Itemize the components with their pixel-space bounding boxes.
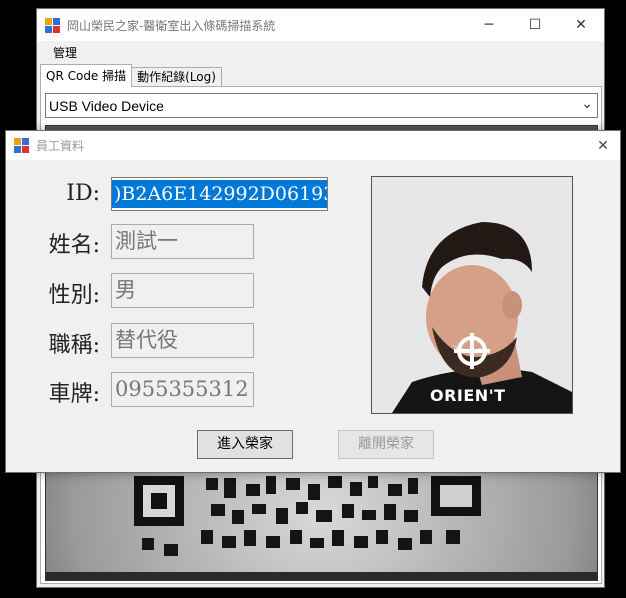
tab-strip: QR Code 掃描 動作紀錄(Log) bbox=[40, 64, 222, 87]
portrait-illustration bbox=[372, 177, 572, 413]
name-label: 姓名: bbox=[48, 233, 100, 258]
job-title-field: 替代役 bbox=[111, 323, 254, 358]
maximize-icon[interactable]: ☐ bbox=[512, 9, 558, 41]
chevron-down-icon[interactable]: ⌄ bbox=[581, 96, 593, 112]
gender-field: 男 bbox=[111, 273, 254, 308]
plate-field: 0955355312 bbox=[111, 372, 254, 407]
plate-label: 車牌: bbox=[48, 382, 100, 407]
id-label: ID: bbox=[66, 181, 100, 206]
main-titlebar[interactable]: 岡山榮民之家-醫衛室出入條碼掃描系統 ─ ☐ ✕ bbox=[37, 9, 604, 41]
name-field: 測試一 bbox=[111, 224, 254, 259]
close-icon[interactable]: ✕ bbox=[586, 131, 620, 160]
gender-label: 性別: bbox=[48, 283, 100, 308]
minimize-icon[interactable]: ─ bbox=[466, 9, 512, 41]
camera-device-select[interactable]: USB Video Device ⌄ bbox=[45, 93, 598, 118]
id-field[interactable]: )B2A6E142992D06193 bbox=[111, 177, 328, 211]
job-title-label: 職稱: bbox=[48, 333, 100, 358]
window-title: 岡山榮民之家-醫衛室出入條碼掃描系統 bbox=[67, 18, 276, 33]
dialog-title: 員工資料 bbox=[36, 139, 85, 153]
leave-button[interactable]: 離開榮家 bbox=[338, 430, 434, 459]
employee-dialog: 員工資料 ✕ ID: )B2A6E142992D06193 姓名: 測試一 性別… bbox=[5, 130, 621, 473]
photo-caption: ORIEN'T bbox=[430, 386, 506, 405]
device-select-value: USB Video Device bbox=[49, 97, 164, 114]
window-controls: ─ ☐ ✕ bbox=[466, 9, 604, 41]
tab-qr-scan[interactable]: QR Code 掃描 bbox=[40, 64, 133, 87]
menu-bar: 管理 bbox=[37, 41, 604, 63]
dialog-titlebar[interactable]: 員工資料 ✕ bbox=[6, 131, 620, 160]
app-icon bbox=[45, 17, 60, 33]
employee-photo: ORIEN'T bbox=[371, 176, 573, 414]
dialog-app-icon bbox=[14, 138, 29, 153]
menu-manage[interactable]: 管理 bbox=[53, 44, 77, 61]
tab-log[interactable]: 動作紀錄(Log) bbox=[131, 67, 222, 87]
enter-button[interactable]: 進入榮家 bbox=[197, 430, 293, 459]
close-icon[interactable]: ✕ bbox=[558, 9, 604, 41]
id-value: )B2A6E142992D06193 bbox=[112, 180, 327, 208]
